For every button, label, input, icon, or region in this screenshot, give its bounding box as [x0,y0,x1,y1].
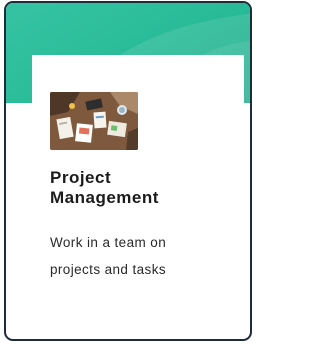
card-title: Project Management [50,168,159,207]
card-content: Project Management Work in a team on pro… [32,55,244,339]
project-management-card[interactable]: Project Management Work in a team on pro… [4,1,252,341]
team-desk-photo-icon [50,92,138,150]
project-image [50,92,138,150]
card-description: Work in a team on projects and tasks [50,235,167,277]
